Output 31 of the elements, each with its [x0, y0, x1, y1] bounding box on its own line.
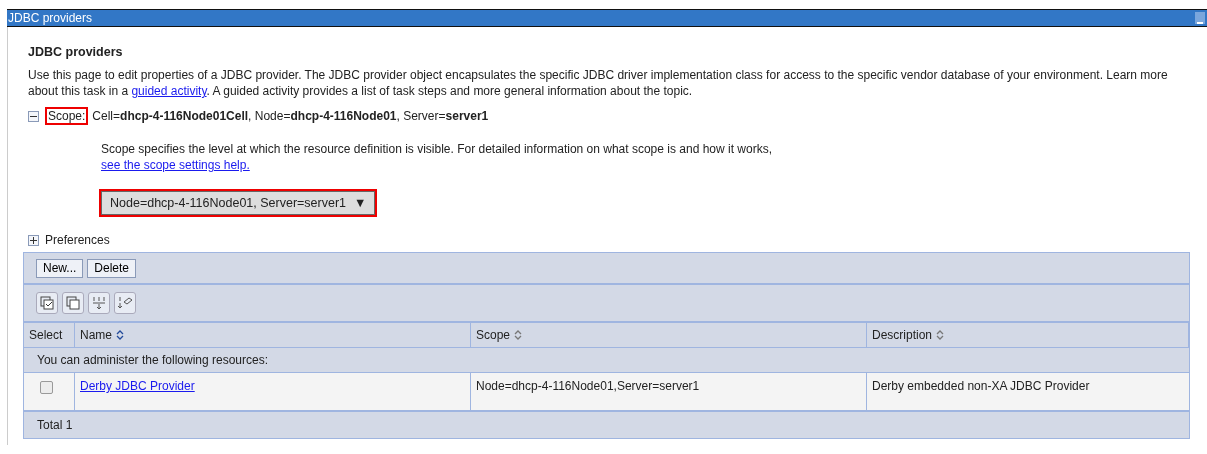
deselect-all-icon[interactable]	[62, 292, 84, 314]
delete-button[interactable]: Delete	[87, 258, 137, 278]
expand-icon[interactable]	[28, 234, 39, 246]
guided-activity-link[interactable]: guided activity	[131, 84, 207, 98]
scope-help-link[interactable]: see the scope settings help.	[101, 158, 250, 172]
page-heading: JDBC providers	[28, 45, 124, 59]
table-cell: Node=dhcp-4-116Node01,Server=server1	[471, 373, 867, 412]
column-header[interactable]: Name	[80, 328, 112, 342]
scope-label: Scope:	[45, 107, 89, 125]
scope-select[interactable]: Node=dhcp-4-116Node01, Server=server1 ▼	[101, 191, 376, 215]
preferences-label[interactable]: Preferences	[45, 233, 110, 247]
sort-icon[interactable]	[936, 329, 945, 341]
window-title: JDBC providers	[7, 11, 93, 25]
sort-icon[interactable]	[116, 329, 124, 341]
column-header[interactable]: Description	[872, 328, 933, 342]
clear-filter-icon[interactable]	[114, 292, 136, 314]
column-header[interactable]: Scope	[476, 328, 511, 342]
table-cell: Derby embedded non-XA JDBC Provider	[867, 373, 1189, 412]
column-header: Select	[29, 328, 63, 342]
select-all-icon[interactable]	[36, 292, 58, 314]
minimize-button[interactable]	[1195, 12, 1205, 24]
total-count: Total 1	[36, 417, 74, 434]
collapse-icon[interactable]	[28, 110, 39, 122]
intro-text: Use this page to edit properties of a JDBC provider. The JDBC provider object encapsulates the specific JDBC driver implementation class for access to the specific vendor database of your environment. Learn more about this task in a guided activity. A guided activity provides a list of task steps and more general information about the topic.	[28, 67, 1169, 99]
new-button[interactable]: New...	[36, 258, 84, 278]
scope-help-text: Scope specifies the level at which the resource definition is visible. For detailed information on what scope is and how it works, see the scope settings help.	[101, 141, 773, 173]
scope-value: Cell=dhcp-4-116Node01Cell, Node=dhcp-4-116Node01, Server=server1	[92, 109, 489, 123]
provider-link[interactable]: Derby JDBC Provider	[80, 379, 195, 393]
row-checkbox[interactable]	[40, 381, 53, 394]
minimize-icon	[1197, 22, 1203, 24]
sort-icon[interactable]	[514, 329, 523, 341]
